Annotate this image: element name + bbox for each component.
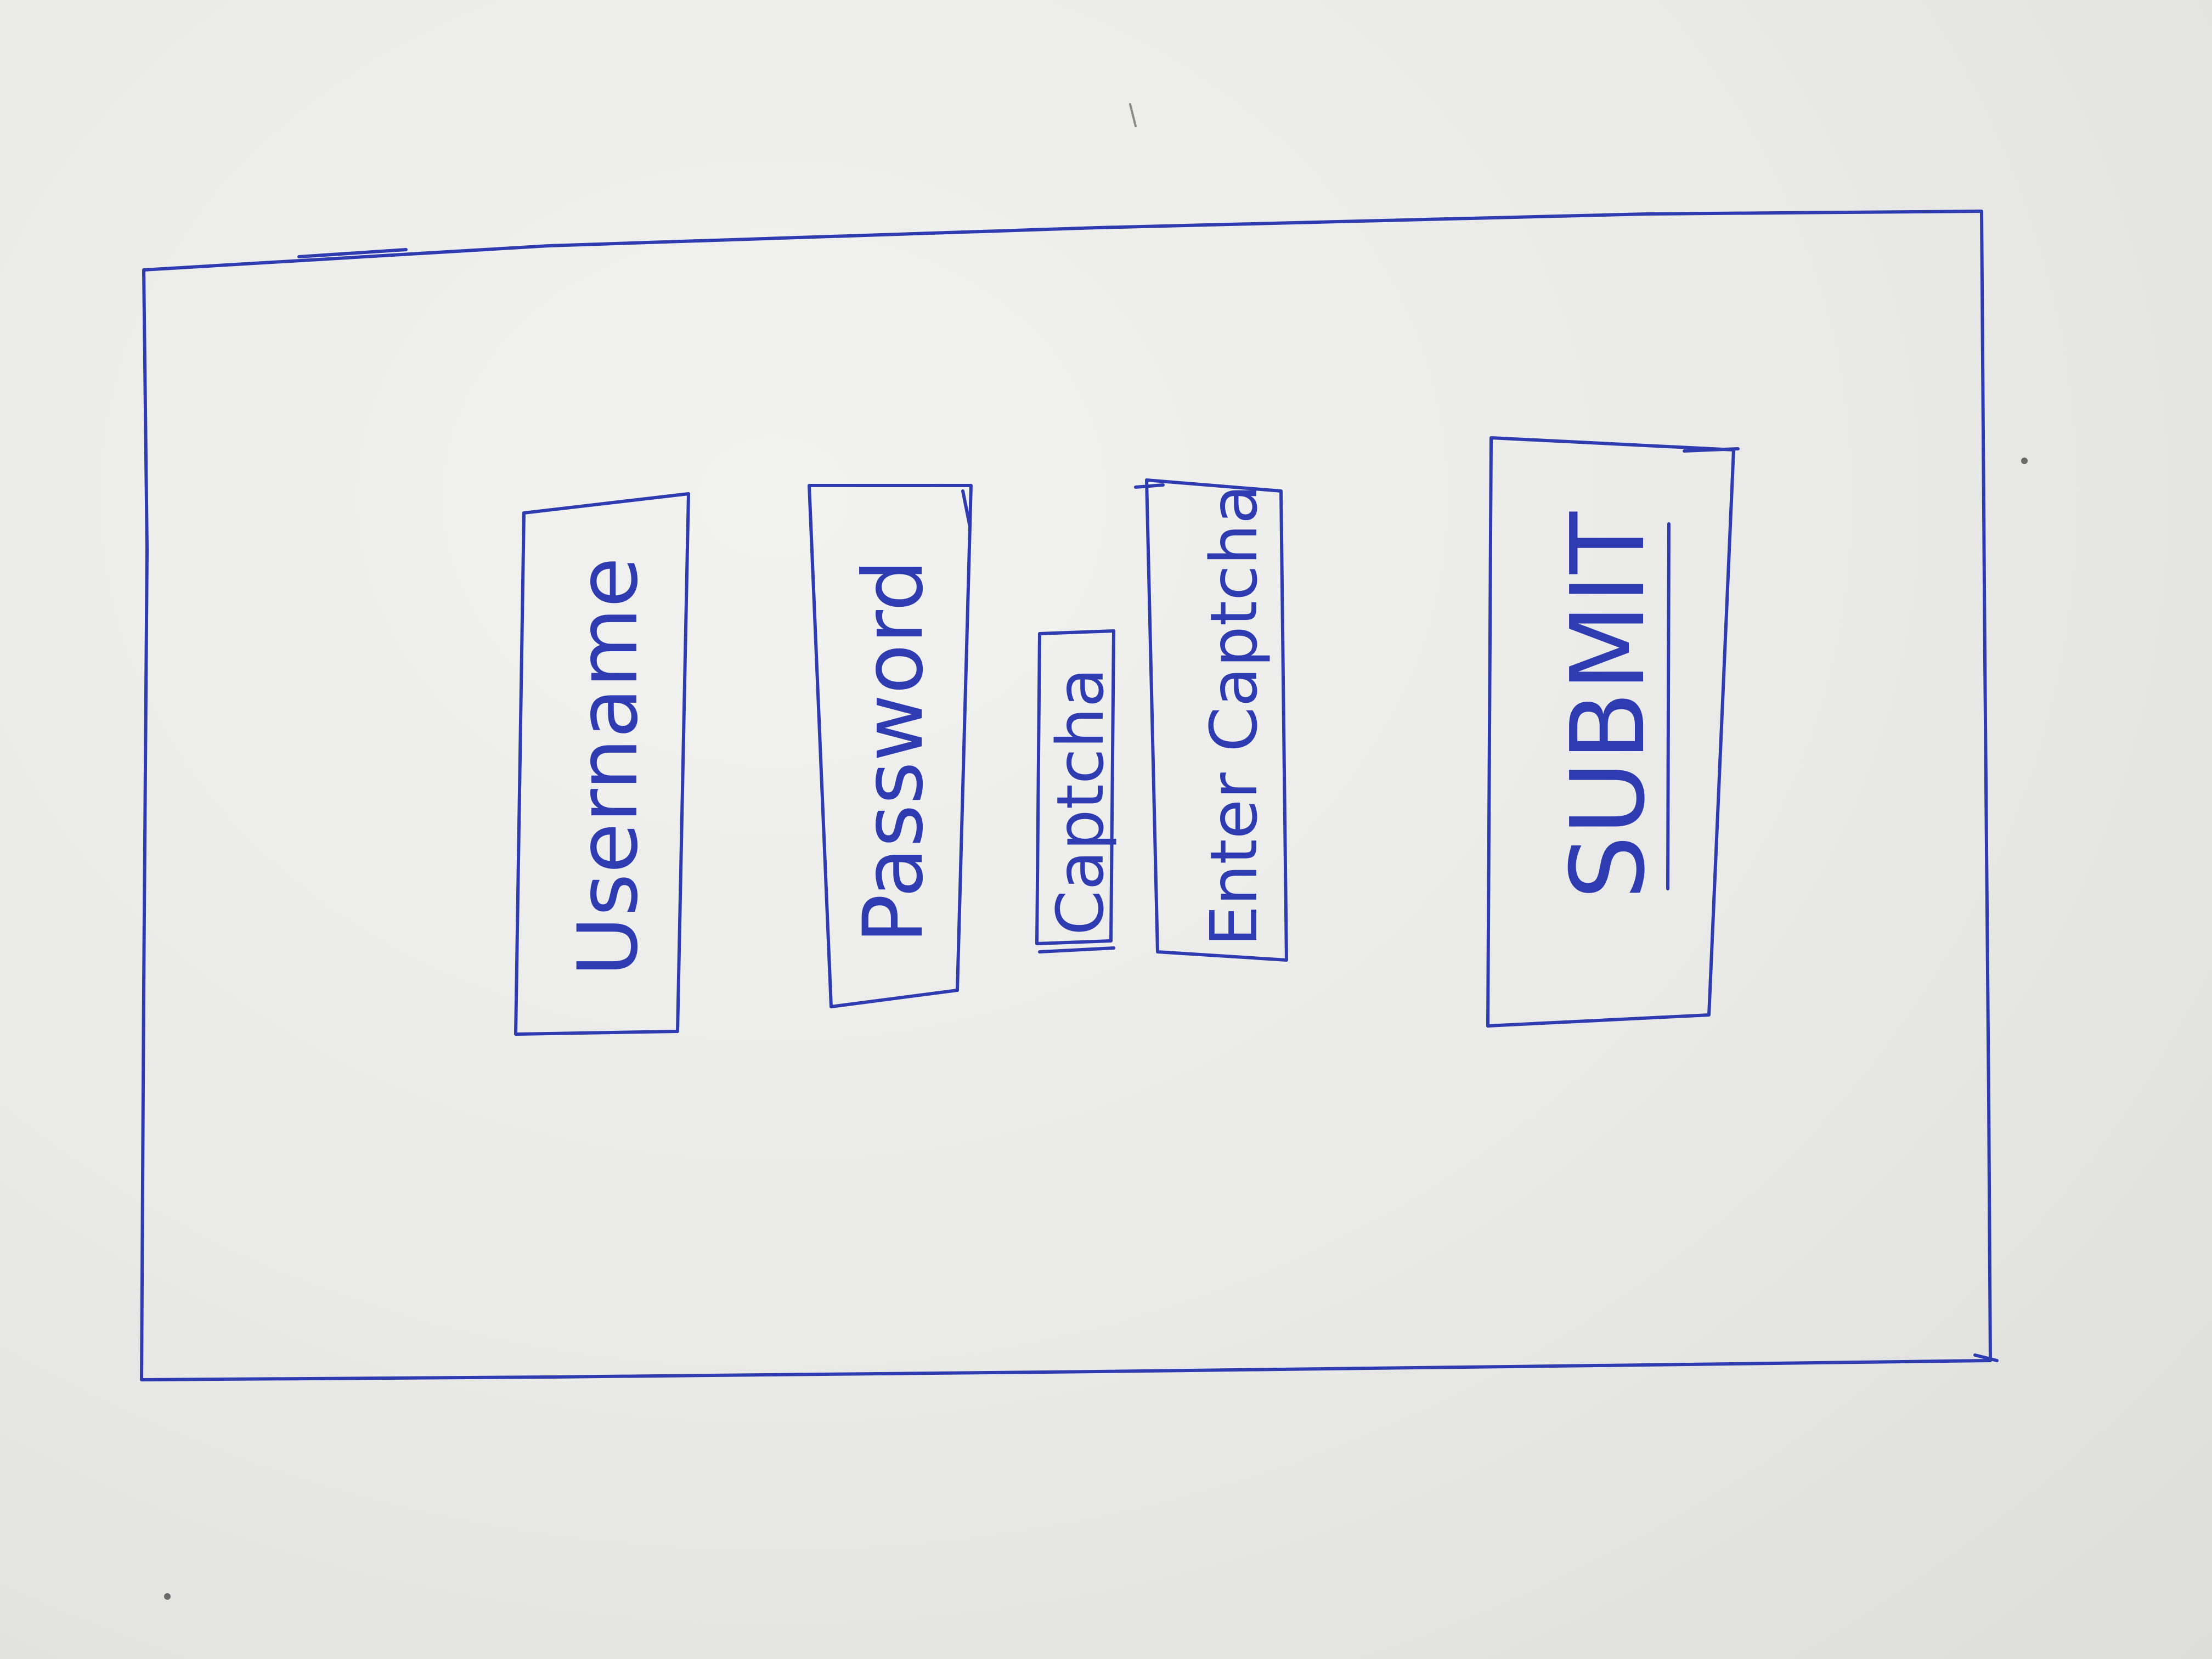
captcha-image: Captcha	[1035, 629, 1118, 953]
paper-speck	[2021, 458, 2028, 464]
submit-label: SUBMIT	[1549, 511, 1667, 900]
captcha-input[interactable]: Enter Captcha	[1134, 478, 1288, 962]
paper-speck	[164, 1593, 171, 1600]
submit-button[interactable]: SUBMIT	[1486, 436, 1740, 1028]
password-field[interactable]: Password	[808, 484, 973, 1008]
captcha-input-label: Enter Captcha	[1196, 484, 1272, 946]
submit-button-corner	[1683, 447, 1740, 453]
pen-mark	[1129, 103, 1137, 127]
hand-drawn-wireframe: Username Password Captcha Enter Captcha …	[140, 103, 2028, 1600]
captcha-input-corner	[1134, 483, 1165, 489]
submit-underline	[1666, 522, 1671, 890]
username-label: Username	[561, 557, 656, 977]
captcha-label: Captcha	[1042, 668, 1118, 935]
password-label: Password	[846, 559, 941, 944]
captcha-underline	[1038, 946, 1115, 953]
username-field[interactable]: Username	[514, 492, 690, 1036]
